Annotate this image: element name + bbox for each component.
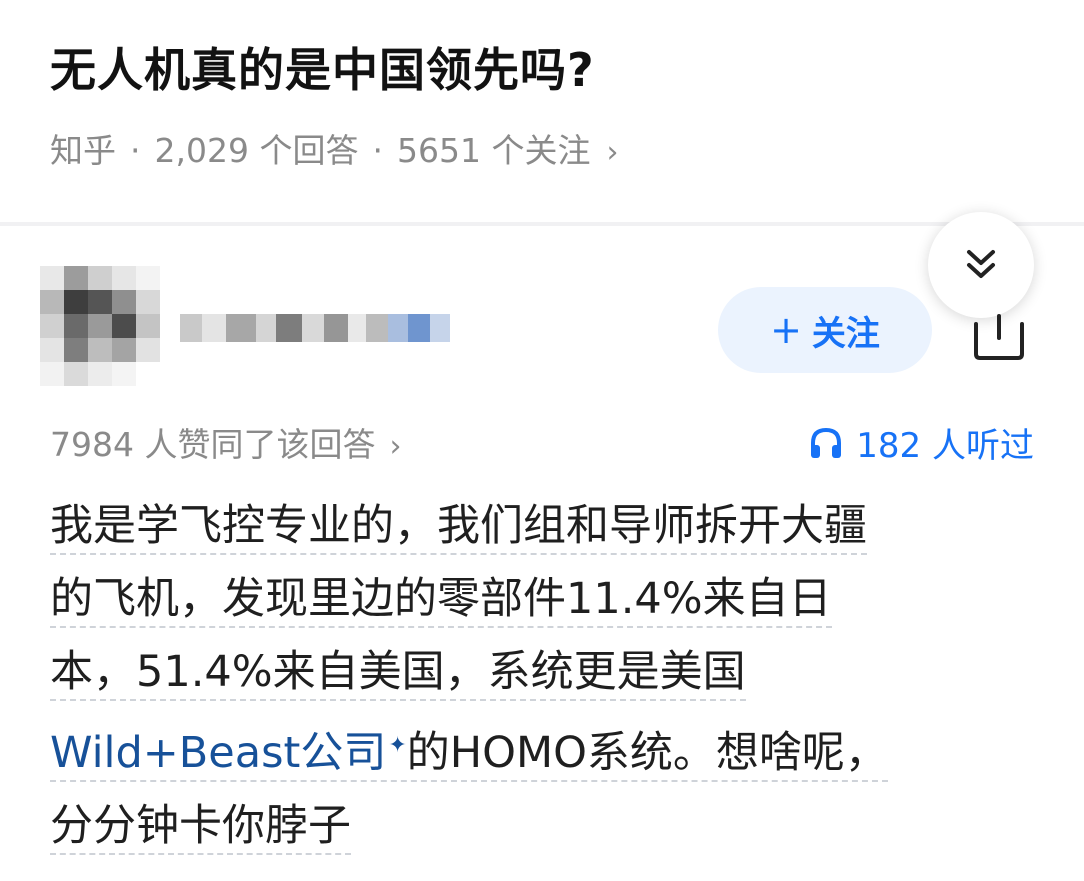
content-line: 本，51.4%来自美国，系统更是美国 (50, 636, 1040, 709)
sparkle-icon: ✦ (388, 733, 407, 758)
separator-dot: · (130, 131, 141, 170)
answer-content: 我是学飞控专业的，我们组和导师拆开大疆 的飞机，发现里边的零部件11.4%来自日… (50, 490, 1040, 863)
collapse-button[interactable] (928, 212, 1034, 318)
answer-count: 2,029 个回答 (154, 131, 359, 170)
content-text: 分分钟卡你脖子 (50, 801, 351, 856)
vote-count[interactable]: 7984 人赞同了该回答 › (50, 418, 401, 466)
search-link[interactable]: Wild+Beast公司 (50, 728, 386, 778)
listened-count: 182 人听过 (856, 426, 1034, 466)
content-text: 我是学飞控专业的，我们组和导师拆开大疆 (50, 501, 867, 555)
divider (0, 222, 1084, 226)
vote-count-text: 7984 人赞同了该回答 (50, 425, 376, 464)
question-title[interactable]: 无人机真的是中国领先吗? (50, 34, 595, 100)
plus-icon: + (770, 308, 802, 352)
question-meta[interactable]: 知乎 · 2,029 个回答 · 5651 个关注 › (50, 124, 618, 172)
content-line: 分分钟卡你脖子 (50, 790, 1040, 863)
content-text: 本，51.4%来自美国，系统更是美国 (50, 647, 746, 701)
zhihu-answer-page: 无人机真的是中国领先吗? 知乎 · 2,029 个回答 · 5651 个关注 › + 关注 (0, 0, 1084, 881)
double-chevron-down-icon (967, 250, 995, 278)
content-line: 我是学飞控专业的，我们组和导师拆开大疆 (50, 490, 1040, 563)
content-text: 的飞机，发现里边的零部件11.4%来自日 (50, 574, 832, 628)
share-icon[interactable] (968, 312, 1030, 362)
chevron-right-icon: › (606, 135, 619, 170)
follower-count: 5651 个关注 (396, 131, 591, 170)
follow-button[interactable]: + 关注 (718, 287, 932, 373)
chevron-right-icon: › (389, 429, 402, 464)
follow-label: 关注 (811, 313, 880, 354)
source-label: 知乎 (50, 131, 116, 170)
headphones-icon (811, 427, 842, 458)
content-line: Wild+Beast公司✦的HOMO系统。想啥呢， (50, 709, 1040, 790)
username-blurred[interactable] (180, 300, 450, 356)
separator-dot: · (372, 131, 383, 170)
avatar[interactable] (40, 266, 160, 386)
content-text: 的HOMO系统。想啥呢， (406, 728, 888, 779)
content-text-wrap: Wild+Beast公司✦的HOMO系统。想啥呢， (50, 728, 888, 783)
content-line: 的飞机，发现里边的零部件11.4%来自日 (50, 563, 1040, 636)
listen-button[interactable]: 182 人听过 (808, 418, 1034, 467)
